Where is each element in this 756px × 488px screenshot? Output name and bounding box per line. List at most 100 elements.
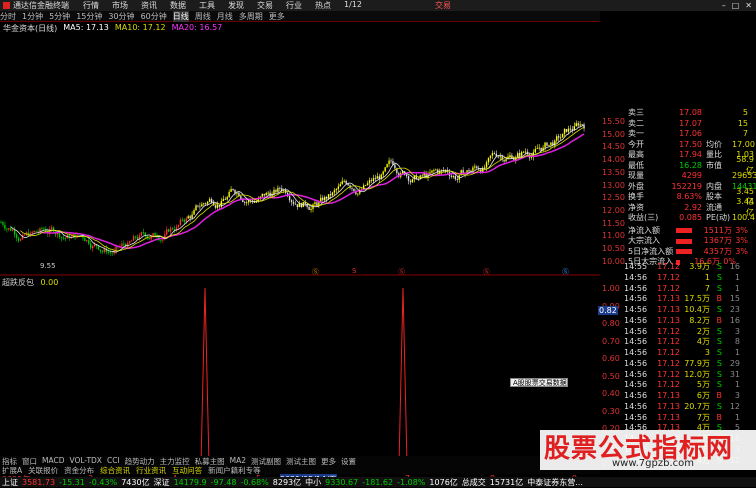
menu-item-market[interactable]: 行情 [83, 0, 99, 11]
extension-tab[interactable]: 资金分布 [64, 465, 94, 475]
candle-body [226, 197, 228, 200]
candle-body [132, 236, 135, 241]
menu-item-data[interactable]: 数据 [170, 0, 186, 11]
extension-tab[interactable]: 新闻户籍利专等 [208, 465, 261, 475]
candlestick-chart[interactable]: 9.55 [0, 33, 600, 273]
menu-item-tools[interactable]: 工具 [199, 0, 215, 11]
indicator-tab[interactable]: 主力监控 [160, 456, 190, 466]
candle-body [230, 189, 232, 192]
period-30min[interactable]: 30分钟 [108, 11, 134, 22]
quote-label-2: 市值 [706, 160, 722, 170]
tick-count: 12 [729, 401, 740, 411]
indicator-tab[interactable]: 测试副图 [251, 456, 281, 466]
candle-body [68, 234, 70, 239]
indicator-tab[interactable]: MACD [42, 456, 64, 465]
period-weekly[interactable]: 周线 [195, 11, 211, 22]
menu-item-page[interactable]: 1/12 [344, 0, 362, 11]
maximize-icon[interactable]: □ [732, 1, 740, 10]
menu-item-trade[interactable]: 交易 [257, 0, 273, 11]
menu-item-news[interactable]: 资讯 [141, 0, 157, 11]
candle-body [179, 219, 182, 226]
candle-body [214, 205, 217, 208]
app-logo-icon [3, 2, 10, 9]
candle-body [17, 237, 20, 241]
extension-tabs: 扩展A 关联报价 资金分布 综合资讯 行业资讯 互动问答 新闻户籍利专等 [0, 465, 600, 475]
indicator-tab[interactable]: 更多 [321, 456, 336, 466]
close-icon[interactable]: ✕ [745, 1, 752, 10]
candle-body [31, 232, 33, 233]
ask-qty: 5 [742, 108, 748, 117]
period-intraday[interactable]: 分时 [0, 11, 16, 22]
candle-body [52, 227, 55, 232]
candle-body [433, 169, 435, 171]
extension-tab[interactable]: 扩展A [2, 465, 22, 475]
tick-row: 14:56 17.13 17.5万 B 15 [624, 294, 756, 305]
candle-body [556, 136, 558, 141]
indicator-tick-label: 0.80 [602, 319, 620, 328]
period-15min[interactable]: 15分钟 [76, 11, 102, 22]
extension-tab[interactable]: 综合资讯 [100, 465, 130, 475]
minimize-icon[interactable]: – [722, 1, 726, 10]
menu-item-exchange[interactable]: 市场 [112, 0, 128, 11]
period-5min[interactable]: 5分钟 [49, 11, 70, 22]
period-monthly[interactable]: 月线 [217, 11, 233, 22]
period-more[interactable]: 更多 [269, 11, 285, 22]
tick-volume: 17.5万 [684, 294, 710, 304]
candle-body [548, 144, 550, 146]
candle-body [485, 162, 488, 168]
indicator-tab[interactable]: 指标 [2, 456, 17, 466]
candle-body [505, 159, 507, 162]
tick-count: 1 [734, 380, 740, 390]
indicator-tab[interactable]: 私募主图 [195, 456, 225, 466]
indicator-tick-label: 0.60 [602, 354, 620, 363]
tick-volume: 12.0万 [684, 369, 710, 379]
candle-body [364, 184, 367, 186]
fund-flow-row: 5日净流入额 4357万 3% [628, 247, 756, 258]
ma20-label: MA20: 16.57 [171, 23, 223, 32]
window-controls: – □ ✕ [722, 1, 752, 10]
candle-body [341, 181, 343, 185]
menu-item-hotspot[interactable]: 热点 [315, 0, 331, 11]
tick-count: 31 [729, 369, 740, 379]
candle-body [84, 237, 86, 242]
tick-side: S [716, 272, 722, 282]
quote-label: 外盘 [628, 181, 644, 191]
indicator-tab[interactable]: 设置 [341, 456, 356, 466]
trade-button[interactable]: 交易 [435, 0, 451, 11]
candle-body [197, 205, 199, 207]
candle-body [201, 204, 203, 207]
candle-body [181, 219, 184, 221]
tick-count: 8 [734, 337, 740, 347]
candle-body [218, 205, 221, 207]
menu-item-discover[interactable]: 发现 [228, 0, 244, 11]
indicator-chart[interactable] [0, 274, 600, 470]
price-tick-label: 12.00 [602, 205, 625, 215]
tick-side: B [716, 391, 723, 400]
indicator-tab[interactable]: MA2 [230, 456, 246, 465]
extension-tab[interactable]: 关联报价 [28, 465, 58, 475]
status-item: 中泰证券东营... [527, 477, 583, 487]
menu-item-industry[interactable]: 行业 [286, 0, 302, 11]
candle-body [372, 178, 375, 181]
period-60min[interactable]: 60分钟 [141, 11, 167, 22]
indicator-tab[interactable]: VOL-TDX [69, 456, 101, 465]
indicator-tab[interactable]: CCI [107, 456, 120, 465]
period-multi[interactable]: 多周期 [239, 11, 263, 22]
price-tick-label: 12.50 [602, 193, 625, 203]
candle-body [2, 222, 4, 225]
indicator-tab[interactable]: 窗口 [22, 456, 37, 466]
extension-tab[interactable]: 行业资讯 [136, 465, 166, 475]
tick-row: 14:56 17.12 2万 S 3 [624, 327, 756, 338]
candle-body [503, 159, 505, 162]
candle-body [189, 216, 191, 219]
candle-body [351, 187, 353, 189]
indicator-tab[interactable]: 测试主图 [286, 456, 316, 466]
extension-tab[interactable]: 互动问答 [172, 465, 202, 475]
ask-qty: 7 [742, 129, 748, 138]
indicator-tab[interactable]: 趋势动力 [125, 456, 155, 466]
tick-volume: 7 [704, 283, 710, 293]
candle-body [353, 188, 355, 192]
candle-body [345, 180, 347, 184]
period-daily[interactable]: 日线 [172, 10, 189, 22]
period-1min[interactable]: 1分钟 [22, 11, 43, 22]
